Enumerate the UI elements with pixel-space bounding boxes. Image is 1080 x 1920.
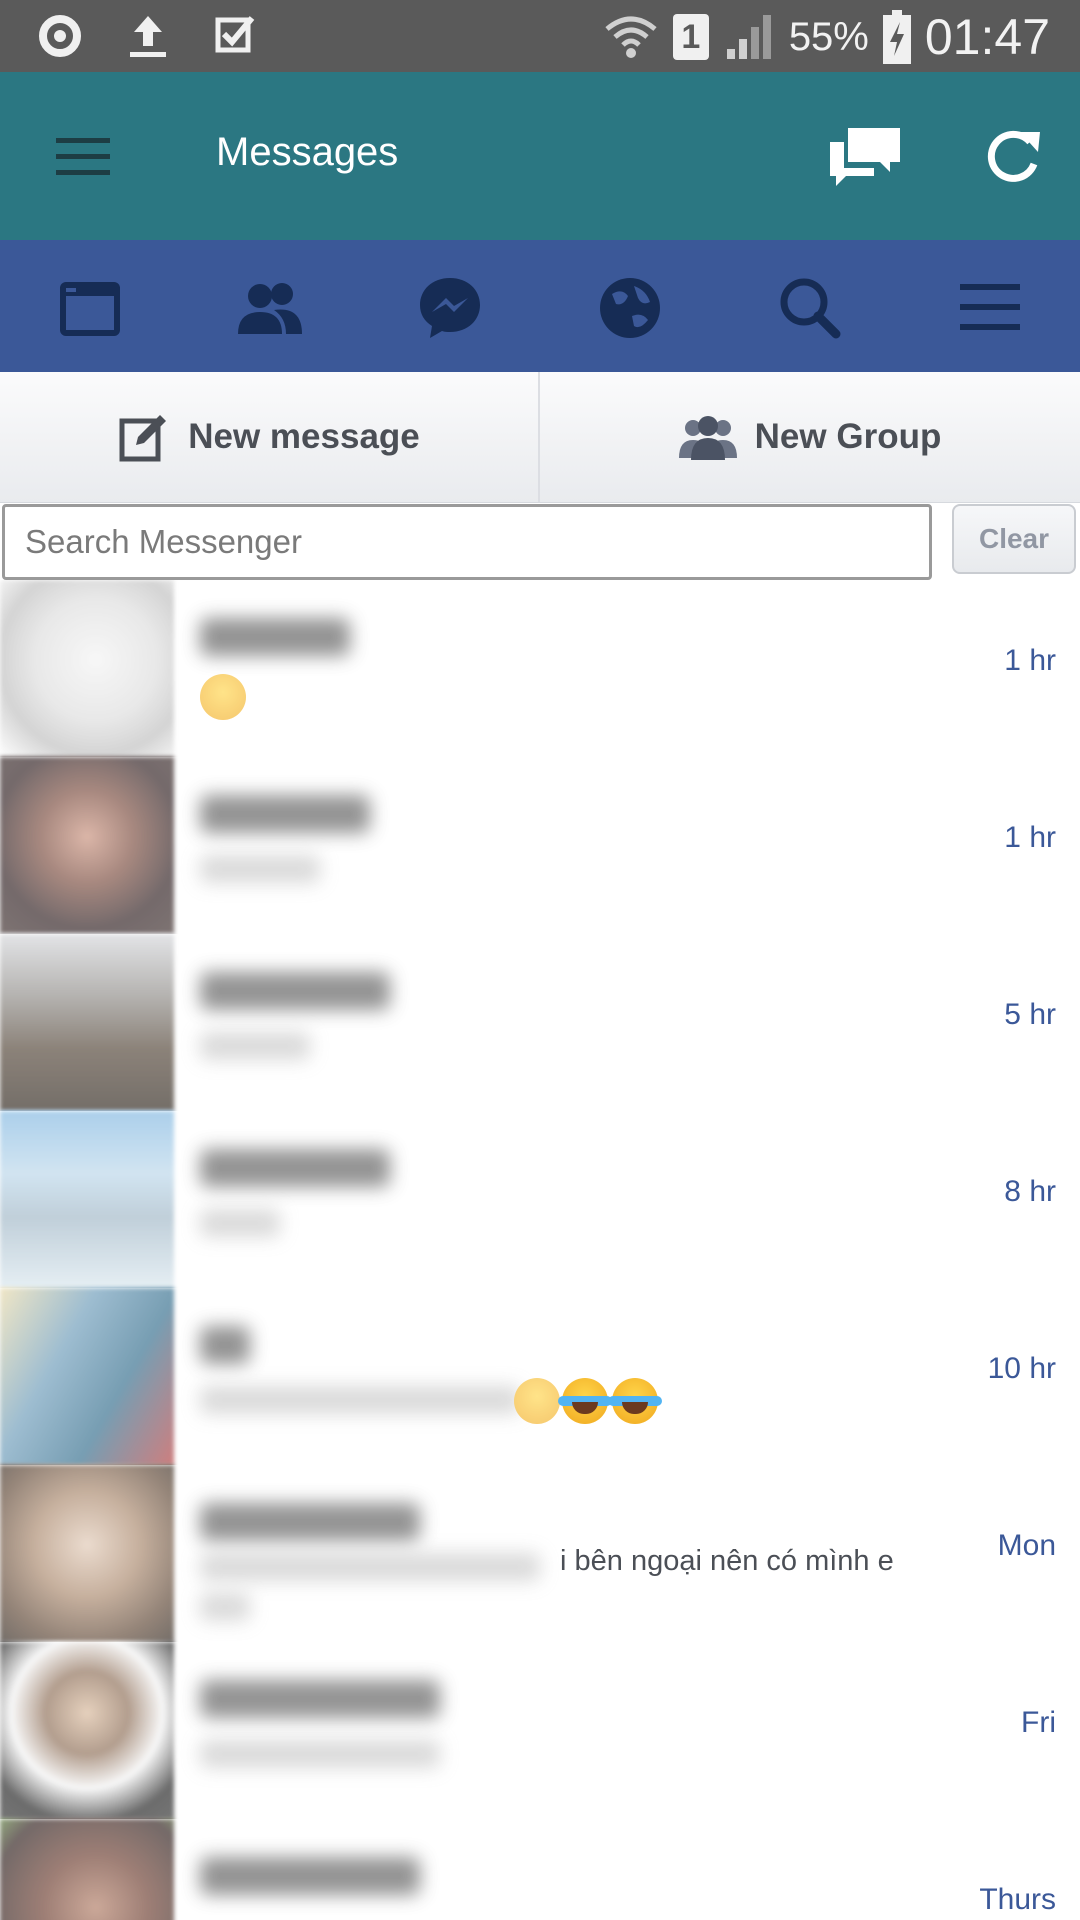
task-check-icon <box>215 16 255 53</box>
contact-name-blurred <box>200 795 370 833</box>
emoji-blurred <box>514 1378 560 1424</box>
avatar <box>0 757 174 934</box>
page-title: Messages <box>216 130 399 174</box>
sun-emoji <box>200 674 246 720</box>
avatar <box>0 1819 174 1920</box>
timestamp: 1 hr <box>1004 644 1056 677</box>
message-snippet-blurred <box>200 1209 280 1237</box>
clock: 01:47 <box>924 9 1050 65</box>
refresh-icon[interactable] <box>980 124 1044 188</box>
news-feed-icon[interactable] <box>54 272 126 344</box>
new-message-button[interactable]: New message <box>0 372 540 502</box>
search-input[interactable] <box>2 504 932 580</box>
message-snippet-blurred <box>200 1032 310 1060</box>
conversation-row[interactable]: 8 hr <box>0 1111 1080 1291</box>
more-menu-icon[interactable] <box>954 272 1026 344</box>
timestamp: 10 hr <box>987 1352 1056 1385</box>
message-snippet-blurred <box>200 1386 520 1414</box>
compose-icon <box>119 415 167 462</box>
upload-icon <box>130 16 166 57</box>
contact-name-blurred <box>200 618 350 656</box>
laughing-tears-emoji <box>558 1378 612 1424</box>
contact-name-blurred <box>200 972 390 1010</box>
new-group-button[interactable]: New Group <box>540 372 1080 502</box>
avatar <box>0 580 174 757</box>
conversation-list: 1 hr 1 hr 5 hr 8 hr 10 hr i bên ngoại nê… <box>0 580 1080 1920</box>
battery-percent: 55% <box>788 14 869 59</box>
timestamp: 8 hr <box>1004 1175 1056 1208</box>
sim-slot-indicator: 1 <box>672 14 709 60</box>
sync-icon <box>39 15 81 57</box>
message-snippet-blurred <box>200 1740 440 1768</box>
message-snippet: i bên ngoại nên có mình e <box>560 1545 894 1577</box>
avatar <box>0 1465 174 1642</box>
message-snippet-blurred <box>200 855 320 883</box>
conversation-row[interactable]: i bên ngoại nên có mình e Mon <box>0 1465 1080 1645</box>
friends-icon[interactable] <box>234 272 306 344</box>
status-left-icons <box>36 10 260 60</box>
timestamp: Fri <box>1021 1706 1056 1739</box>
conversation-row[interactable]: Thurs <box>0 1819 1080 1920</box>
timestamp: 5 hr <box>1004 998 1056 1031</box>
group-icon <box>678 416 737 460</box>
chat-bubbles-icon[interactable] <box>828 124 904 188</box>
laughing-tears-emoji <box>608 1378 662 1424</box>
avatar <box>0 1288 174 1465</box>
avatar <box>0 934 174 1111</box>
conversation-row[interactable]: 1 hr <box>0 580 1080 760</box>
new-message-label: New message <box>188 417 420 456</box>
conversation-row[interactable]: 1 hr <box>0 757 1080 937</box>
contact-name-blurred <box>200 1326 250 1364</box>
app-header: Messages <box>0 72 1080 240</box>
avatar <box>0 1642 174 1819</box>
contact-name-blurred <box>200 1680 440 1718</box>
conversation-row[interactable]: 5 hr <box>0 934 1080 1114</box>
timestamp: Mon <box>997 1529 1056 1562</box>
wifi-icon <box>605 16 657 58</box>
timestamp: Thurs <box>979 1883 1056 1916</box>
action-bar: New message New Group <box>0 372 1080 503</box>
conversation-row[interactable]: Fri <box>0 1642 1080 1822</box>
clear-button[interactable]: Clear <box>952 504 1076 574</box>
new-group-label: New Group <box>754 417 942 456</box>
conversation-row[interactable]: 10 hr <box>0 1288 1080 1468</box>
timestamp: 1 hr <box>1004 821 1056 854</box>
contact-name-blurred <box>200 1149 390 1187</box>
menu-icon[interactable] <box>54 132 114 182</box>
messenger-icon[interactable] <box>414 272 486 344</box>
facebook-nav-bar <box>0 240 1080 372</box>
battery-charging-icon <box>882 10 911 64</box>
status-bar: 1 55% 01:47 <box>0 0 1080 72</box>
contact-name-blurred <box>200 1857 420 1895</box>
globe-notifications-icon[interactable] <box>594 272 666 344</box>
signal-icon <box>726 15 771 59</box>
status-right-area: 1 55% 01:47 <box>603 8 1050 66</box>
message-snippet-blurred <box>200 1593 250 1621</box>
contact-name-blurred <box>200 1503 420 1541</box>
message-snippet-blurred <box>200 1553 540 1581</box>
avatar <box>0 1111 174 1288</box>
search-icon[interactable] <box>774 272 846 344</box>
